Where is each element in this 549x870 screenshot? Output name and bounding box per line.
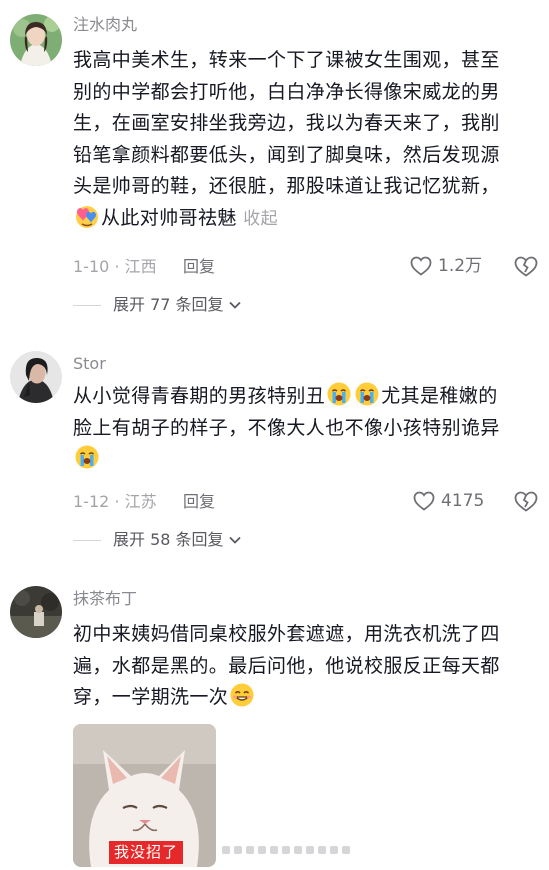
comment-text: 我高中美术生，转来一个下了课被女生围观，甚至 别的中学都会打听他，白白净净长得像… bbox=[73, 45, 543, 235]
reply-button[interactable]: 回复 bbox=[183, 256, 215, 278]
comment-line: 别的中学都会打听他，白白净净长得像宋威龙的男 bbox=[73, 80, 500, 103]
dislike-button[interactable] bbox=[514, 256, 538, 277]
broken-heart-icon bbox=[514, 491, 538, 512]
loudly-crying-face-emoji bbox=[354, 381, 380, 407]
comment-line: 脸上有胡子的样子，不像大人也不像小孩特别诡异 bbox=[73, 416, 500, 439]
expand-replies-button[interactable]: 展开 58 条回复 bbox=[73, 529, 242, 551]
heart-icon bbox=[413, 491, 435, 511]
comment-line-tail: 从此对帅哥祛魅 bbox=[101, 206, 237, 229]
username[interactable]: Stor bbox=[73, 354, 106, 374]
divider bbox=[73, 539, 101, 541]
comment-line: 生，在画室安排坐我旁边，我以为春天来了，我削 bbox=[73, 112, 500, 134]
comment-text: 初中来姨妈借同桌校服外套遮遮，用洗衣机洗了四 遍，水都是黑的。最后问他，他说校服… bbox=[73, 619, 543, 714]
like-count: 1.2万 bbox=[438, 256, 483, 276]
comment-line: 我高中美术生，转来一个下了课被女生围观，甚至 bbox=[73, 49, 500, 71]
comment-line: 初中来姨妈借同桌校服外套遮遮，用洗衣机洗了四 bbox=[73, 623, 500, 645]
comment-line: 遍，水都是黑的。最后问他，他说校服反正每天都 bbox=[73, 654, 500, 677]
loudly-crying-face-emoji bbox=[326, 381, 352, 407]
comment-line-text: 尤其是稚嫩的 bbox=[381, 385, 498, 407]
broken-heart-icon bbox=[514, 256, 538, 277]
avatar[interactable] bbox=[10, 14, 62, 66]
heart-icon bbox=[410, 256, 432, 276]
comment-line: 从小觉得青春期的男孩特别丑 尤其是稚嫩的 bbox=[73, 381, 543, 413]
sticker-caption: 我没招了 bbox=[109, 841, 184, 864]
chevron-down-icon bbox=[228, 294, 242, 316]
comment-line: 从此对帅哥祛魅 收起 bbox=[73, 203, 543, 236]
like-button[interactable]: 1.2万 bbox=[410, 255, 482, 277]
loudly-crying-face-emoji bbox=[74, 444, 100, 470]
avatar[interactable] bbox=[10, 586, 62, 638]
like-count: 4175 bbox=[441, 491, 485, 511]
comment-meta: 1-10 · 江西 bbox=[73, 257, 157, 276]
comment-line bbox=[73, 444, 543, 476]
expand-replies-button[interactable]: 展开 77 条回复 bbox=[73, 294, 242, 316]
kitten-sticker-image[interactable]: 我没招了 bbox=[73, 724, 216, 867]
reply-button[interactable]: 回复 bbox=[183, 491, 215, 513]
comment-line-text: 从小觉得青春期的男孩特别丑 bbox=[73, 385, 326, 407]
expand-replies-label: 展开 58 条回复 bbox=[113, 530, 224, 549]
sparkling-hearts-emoji bbox=[74, 203, 100, 229]
watermark bbox=[222, 846, 350, 854]
comment-line-text: 穿，一学期洗一次 bbox=[73, 686, 229, 708]
avatar[interactable] bbox=[10, 351, 62, 403]
smiling-face-emoji bbox=[229, 682, 255, 708]
username[interactable]: 注水肉丸 bbox=[73, 15, 137, 35]
like-button[interactable]: 4175 bbox=[413, 490, 484, 512]
comment-text: 从小觉得青春期的男孩特别丑 尤其是稚嫩的 脸上有胡子的样子，不像大人也不像小孩特… bbox=[73, 381, 543, 476]
comment-line: 穿，一学期洗一次 bbox=[73, 682, 543, 714]
expand-replies-label: 展开 77 条回复 bbox=[113, 295, 224, 314]
comment-meta: 1-12 · 江苏 bbox=[73, 492, 157, 511]
username[interactable]: 抹茶布丁 bbox=[73, 589, 137, 609]
collapse-link[interactable]: 收起 bbox=[243, 209, 278, 229]
comment-line: 头是帅哥的鞋，还很脏，那股味道让我记忆犹新， bbox=[73, 175, 500, 197]
divider bbox=[73, 304, 101, 306]
dislike-button[interactable] bbox=[514, 491, 538, 512]
comment-line: 铅笔拿颜料都要低头，闻到了脚臭味，然后发现源 bbox=[73, 143, 500, 166]
chevron-down-icon bbox=[228, 529, 242, 551]
